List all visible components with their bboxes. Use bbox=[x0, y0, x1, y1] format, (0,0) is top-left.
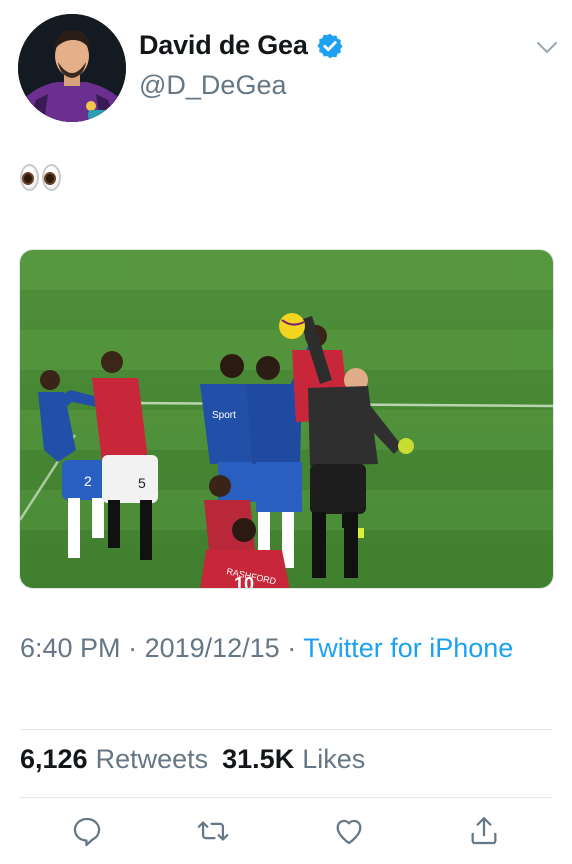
eyes-emoji-icon bbox=[20, 164, 61, 191]
tweet-date: 2019/12/15 bbox=[144, 633, 280, 663]
sponsor-text: Sport bbox=[212, 410, 236, 421]
author-display-name[interactable]: David de Gea bbox=[139, 30, 308, 61]
avatar-photo bbox=[18, 14, 126, 122]
meta-separator-2: · bbox=[279, 633, 304, 663]
chevron-down-icon[interactable] bbox=[536, 40, 558, 56]
likes-stat[interactable]: 31.5K Likes bbox=[222, 744, 365, 775]
likes-count: 31.5K bbox=[222, 744, 295, 774]
svg-text:5: 5 bbox=[138, 475, 146, 491]
football-match-photo: 2 5 Sport RASHFORD 10 bbox=[20, 250, 553, 589]
shirt-number-text: 10 bbox=[234, 574, 254, 589]
divider-top bbox=[20, 729, 552, 730]
tweet-source-link[interactable]: Twitter for iPhone bbox=[303, 633, 513, 663]
author-handle[interactable]: @D_DeGea bbox=[139, 70, 286, 101]
share-icon[interactable] bbox=[467, 814, 501, 848]
retweets-stat[interactable]: 6,126 Retweets bbox=[20, 744, 208, 775]
tweet-text bbox=[20, 164, 61, 200]
tweet-meta: 6:40 PM · 2019/12/15 · Twitter for iPhon… bbox=[20, 628, 560, 668]
tweet-header: David de Gea @D_DeGea bbox=[18, 14, 558, 124]
like-icon[interactable] bbox=[332, 814, 366, 848]
tweet-actions bbox=[0, 808, 572, 854]
meta-separator: · bbox=[120, 633, 145, 663]
divider-bottom bbox=[20, 797, 552, 798]
retweets-label: Retweets bbox=[95, 744, 209, 774]
reply-icon[interactable] bbox=[70, 814, 104, 848]
verified-badge-icon bbox=[316, 32, 344, 60]
author-avatar[interactable] bbox=[18, 14, 126, 122]
retweet-icon[interactable] bbox=[196, 814, 230, 848]
tweet-time: 6:40 PM bbox=[20, 633, 121, 663]
likes-label: Likes bbox=[302, 744, 366, 774]
retweets-count: 6,126 bbox=[20, 744, 88, 774]
author-name-row: David de Gea bbox=[139, 30, 344, 61]
tweet-stats: 6,126 Retweets 31.5K Likes bbox=[20, 744, 365, 775]
tweet-media-photo[interactable]: 2 5 Sport RASHFORD 10 bbox=[19, 249, 554, 589]
svg-text:2: 2 bbox=[84, 473, 92, 489]
